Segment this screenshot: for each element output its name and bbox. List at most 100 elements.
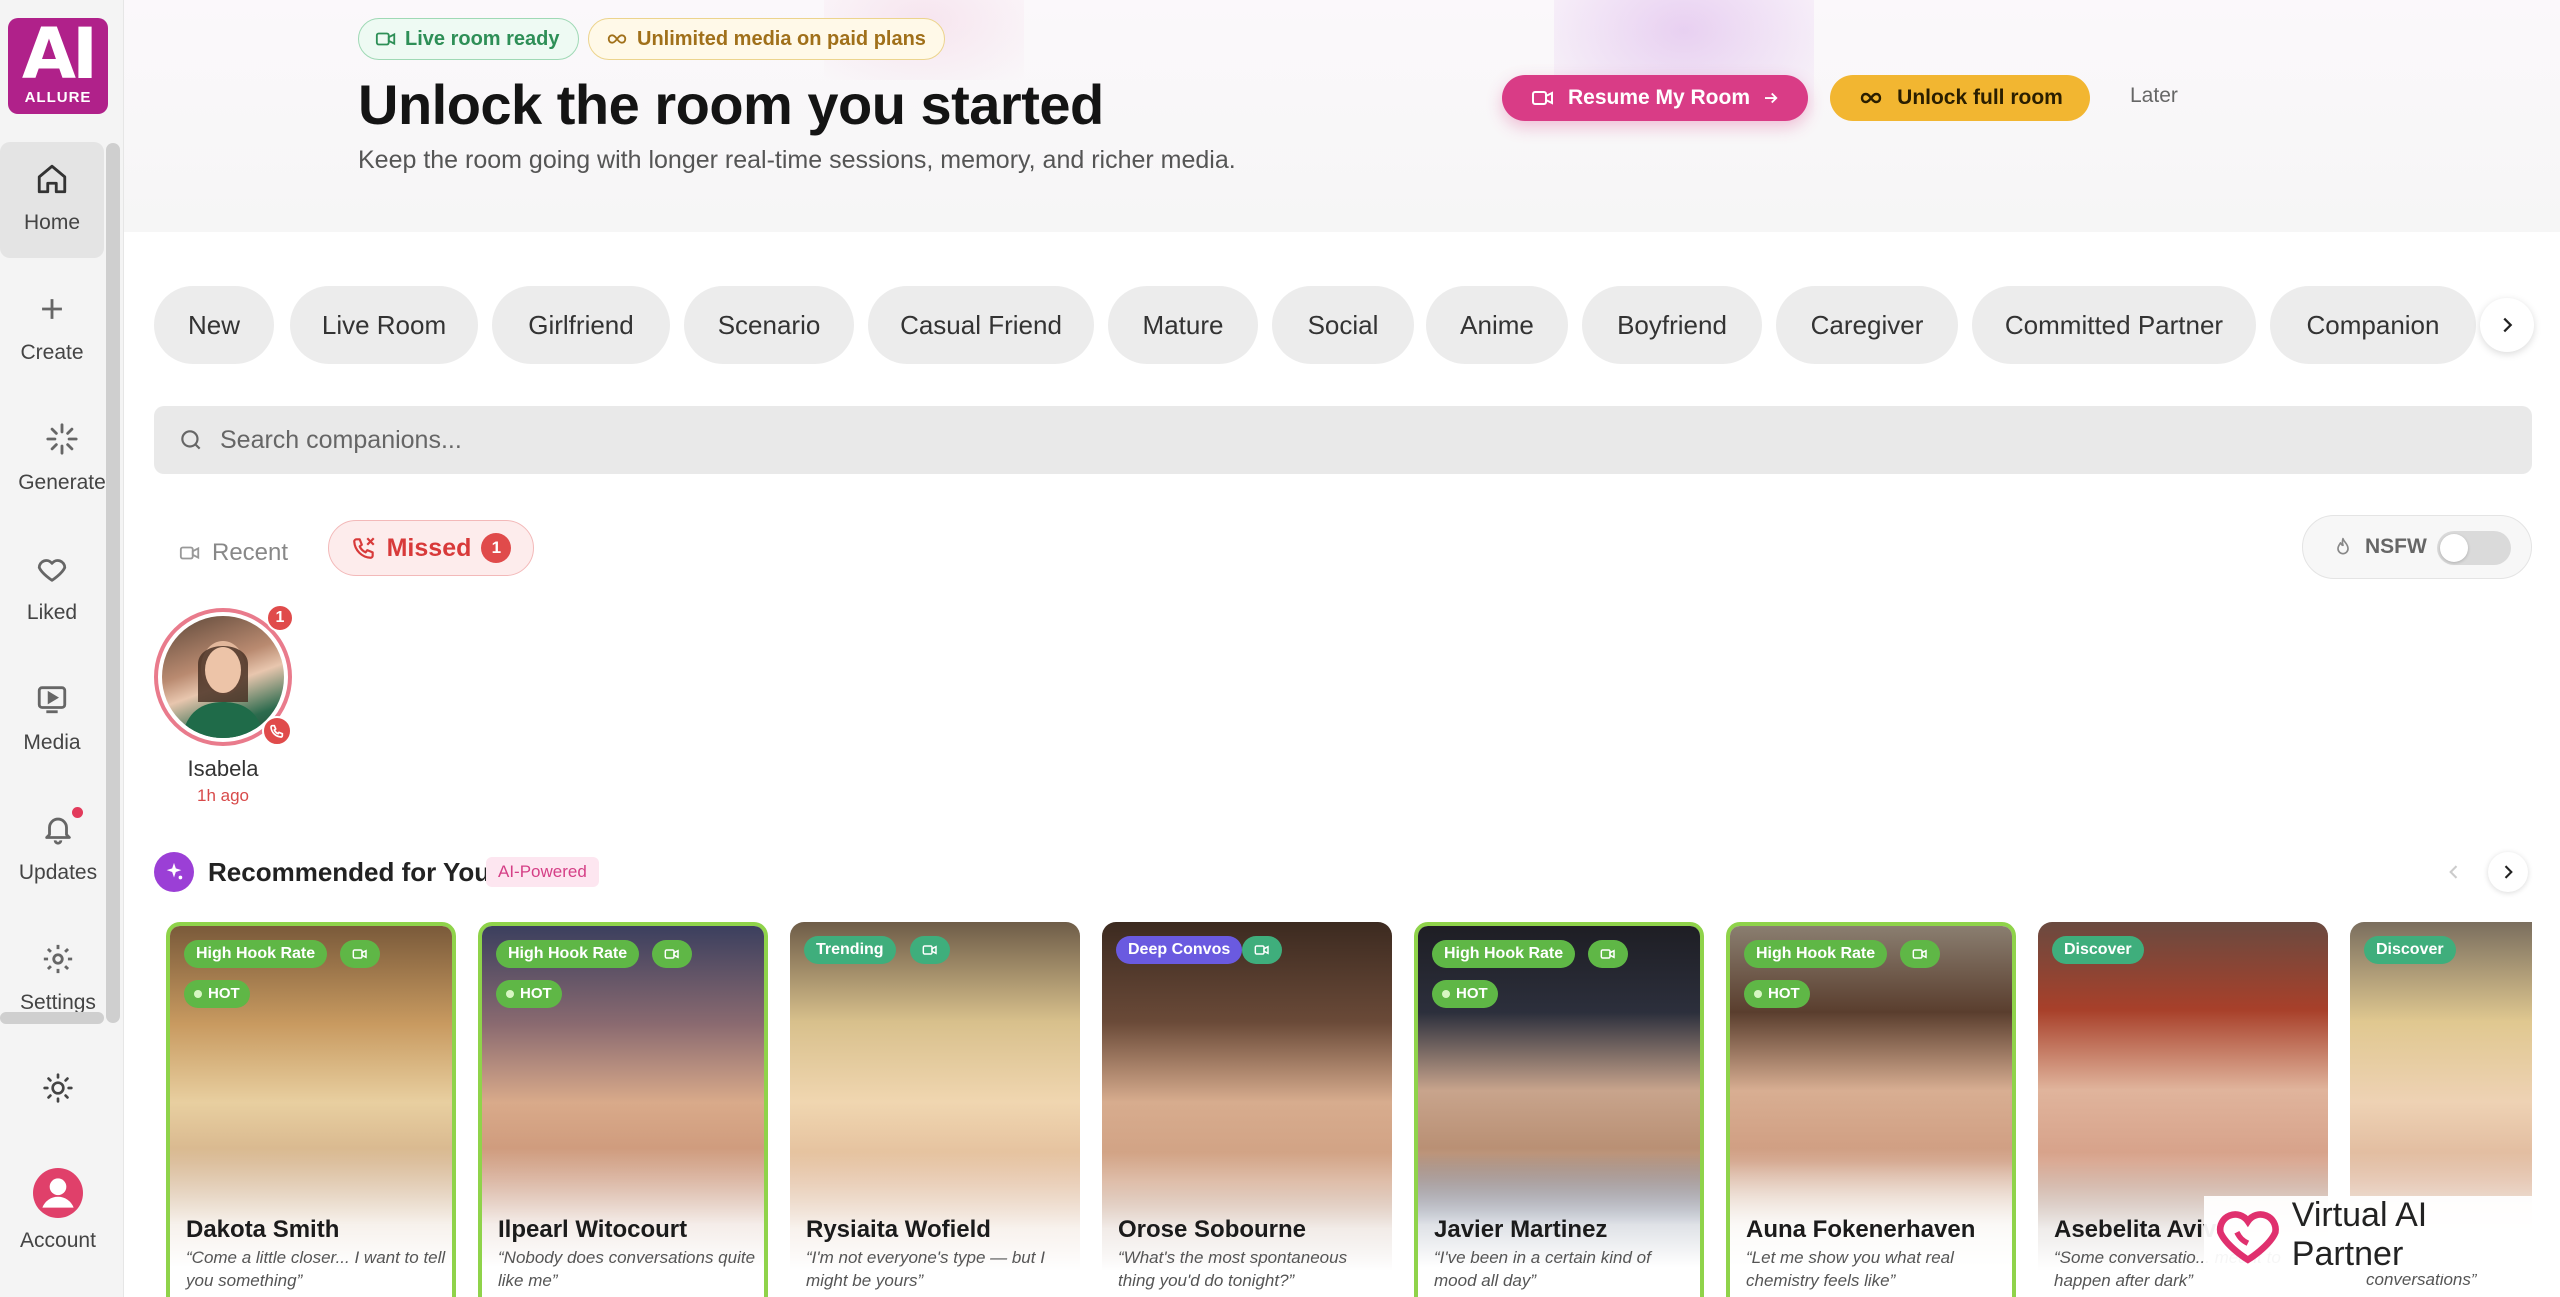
sidebar-item-liked[interactable]: Liked [0,532,104,648]
companion-quote: “Come a little closer... I want to tell … [186,1248,446,1290]
companion-card[interactable]: Deep Convos Orose Sobourne “What's the m… [1102,922,1392,1297]
infinity-icon [1860,92,1882,104]
unlock-full-room-label: Unlock full room [1897,86,2063,109]
sidebar-item-updates[interactable]: Updates [0,792,116,908]
sidebar-item-account[interactable]: Account [0,1148,116,1268]
companion-quote: “I'm not everyone's type — but I might b… [806,1248,1045,1290]
companion-name: Javier Martinez [1434,1216,1608,1243]
companion-name: Auna Fokenerhaven [1746,1216,1976,1243]
category-chip[interactable]: Anime [1426,286,1568,364]
recommended-prev-button[interactable] [2434,852,2474,892]
category-chip[interactable]: Live Room [290,286,478,364]
hot-badge: HOT [1744,980,1810,1008]
companion-card[interactable]: High Hook Rate HOT Auna Fokenerhaven “Le… [1726,922,2016,1297]
sidebar-scrollbar[interactable] [106,143,120,1023]
missed-call-icon [352,537,375,559]
companion-card[interactable]: High Hook Rate HOT Javier Martinez “I've… [1414,922,1704,1297]
sidebar-label-updates: Updates [18,861,98,884]
missed-call-count-badge: 1 [266,604,294,632]
sparkle-icon [166,862,183,880]
unlimited-media-badge-label: Unlimited media on paid plans [637,28,926,50]
sidebar-item-media[interactable]: Media [0,662,104,778]
infinity-icon [607,34,627,44]
category-scroll-next-button[interactable] [2480,298,2534,352]
sidebar-item-home[interactable]: Home [0,142,104,258]
companion-card[interactable]: High Hook Rate HOT Dakota Smith “Come a … [166,922,456,1297]
sidebar-label-home: Home [23,211,81,234]
sidebar-label-create: Create [20,341,84,364]
hot-label: HOT [1456,985,1488,1002]
card-tag: High Hook Rate [1744,940,1888,968]
chevron-right-icon [2503,317,2513,333]
category-chip[interactable]: Social [1272,286,1414,364]
category-chip[interactable]: Mature [1108,286,1258,364]
category-chip[interactable]: New [154,286,274,364]
upsell-header: Live room ready Unlimited media on paid … [124,0,2560,232]
companion-name: Orose Sobourne [1118,1216,1307,1243]
card-tag: High Hook Rate [496,940,640,968]
search-input[interactable] [220,425,2220,455]
category-chip[interactable]: Caregiver [1776,286,1958,364]
hot-badge: HOT [496,980,562,1008]
live-video-icon [340,940,380,968]
nsfw-switch[interactable] [2437,531,2511,565]
card-tag: High Hook Rate [1432,940,1576,968]
hot-label: HOT [208,985,240,1002]
unlimited-media-badge: Unlimited media on paid plans [588,18,945,60]
heart-icon [37,559,67,582]
unlock-full-room-button[interactable]: Unlock full room [1830,75,2090,121]
sparkle-icon [46,423,78,455]
watermark: Virtual AI Partner [2204,1196,2540,1274]
plus-icon [42,299,62,319]
tab-missed[interactable]: Missed 1 [328,520,534,576]
companion-quote: “What's the most spontaneous thing you'd… [1118,1248,1348,1290]
card-tag: Discover [2364,936,2456,964]
chevron-right-icon [2504,865,2513,879]
resume-room-label: Resume My Room [1567,86,1751,109]
video-camera-icon [1531,91,1553,105]
video-camera-icon [179,546,200,560]
live-room-badge-label: Live room ready [405,28,560,50]
card-tag: High Hook Rate [184,940,328,968]
hot-badge: HOT [1432,980,1498,1008]
companion-name: Asebelita Aviv [2054,1216,2217,1243]
live-video-icon [652,940,692,968]
companion-card[interactable]: High Hook Rate HOT Ilpearl Witocourt “No… [478,922,768,1297]
heart-logo-icon [2216,1211,2279,1264]
category-chip[interactable]: Casual Friend [868,286,1094,364]
sidebar-label-liked: Liked [26,601,78,624]
category-chip[interactable]: Boyfriend [1582,286,1762,364]
category-chip[interactable]: Scenario [684,286,854,364]
category-chip[interactable]: Committed Partner [1972,286,2256,364]
flame-icon [2337,537,2349,555]
sidebar: AI ALLURE Home Create Generate Liked Med… [0,0,124,1297]
category-chip[interactable]: Companion [2270,286,2476,364]
missed-call-icon [270,724,284,738]
tab-recent-label: Recent [212,539,289,566]
watermark-text: Virtual AI Partner [2291,1196,2428,1273]
companion-card[interactable]: Trending Rysiaita Wofield “I'm not every… [790,922,1080,1297]
avatar-icon [33,1168,83,1218]
chevron-left-icon [2449,865,2458,879]
recommended-carousel: High Hook Rate HOT Dakota Smith “Come a … [166,922,2532,1297]
sidebar-item-create[interactable]: Create [0,272,104,388]
search-bar [154,406,2532,474]
tab-missed-label: Missed [386,533,472,562]
sidebar-label-media: Media [23,731,81,754]
resume-room-button[interactable]: Resume My Room [1502,75,1808,121]
recommended-next-button[interactable] [2488,852,2528,892]
sun-icon [43,1073,73,1103]
hot-label: HOT [1768,985,1800,1002]
missed-call-indicator [262,716,292,746]
category-chip[interactable]: Girlfriend [492,286,670,364]
companion-quote: “Let me show you what real chemistry fee… [1746,1248,1954,1290]
live-room-badge: Live room ready [358,18,579,60]
recommended-title: Recommended for You [208,857,491,887]
brand-logo[interactable]: AI ALLURE [8,18,108,114]
hot-label: HOT [520,985,552,1002]
sidebar-horizontal-scrollbar[interactable] [0,1012,104,1024]
sidebar-label-account: Account [20,1229,96,1252]
theme-toggle[interactable] [0,1052,116,1128]
later-button[interactable]: Later [2130,84,2178,108]
tab-recent[interactable]: Recent [178,530,288,576]
